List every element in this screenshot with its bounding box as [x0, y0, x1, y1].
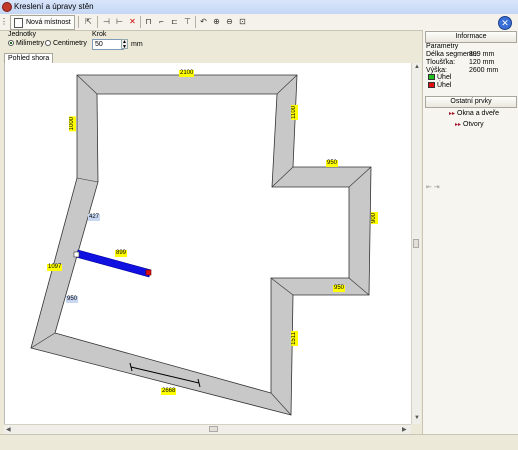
dim-step-bottom: 950	[333, 285, 346, 292]
pager-icons[interactable]: ⇤ ⇥	[426, 183, 440, 191]
walls	[30, 74, 372, 416]
dim-marker-a: 427	[88, 214, 101, 221]
step-label: Krok	[92, 31, 107, 38]
floor-plan	[30, 74, 372, 416]
openings-label: Otvory	[463, 121, 484, 128]
undo-icon[interactable]: ↶	[197, 15, 210, 28]
windows-doors-label: Okna a dveře	[457, 110, 500, 117]
info-header: Informace	[425, 31, 517, 43]
dim-right-lower: 1511	[291, 331, 298, 346]
new-room-icon	[14, 17, 23, 28]
toolbar-grip-icon: ⋮	[0, 17, 8, 26]
unit-mm-radio-indicator	[8, 40, 14, 47]
height-label: Výška:	[426, 67, 448, 74]
toolbar-separator	[97, 16, 98, 28]
angle2-row: Úhel	[428, 82, 451, 89]
thickness-label: Tloušťka:	[426, 59, 456, 66]
scroll-down-icon[interactable]: ▼	[414, 415, 420, 421]
height-value: 2600 mm	[469, 67, 499, 74]
split-wall-icon[interactable]: ⊢	[113, 15, 126, 28]
params-label: Parametry	[426, 43, 459, 50]
dim-left-upper: 1000	[69, 116, 76, 132]
unit-mm-radio[interactable]: Milimetry	[8, 40, 44, 47]
right-panel: Informace Parametry Délka segmentu: 899 …	[422, 30, 518, 434]
zoom-out-icon[interactable]: ⊖	[223, 15, 236, 28]
zoom-fit-icon[interactable]: ⊡	[236, 15, 249, 28]
step-input[interactable]: 50	[92, 39, 124, 50]
new-room-label: Nová místnost	[26, 19, 71, 26]
select-cursor-icon[interactable]: ⇱	[82, 15, 95, 28]
dim-right-outer: 900	[371, 212, 378, 225]
delete-wall-icon[interactable]: ✕	[126, 15, 139, 28]
scroll-right-icon[interactable]: ▶	[402, 426, 407, 433]
zoom-in-icon[interactable]: ⊕	[210, 15, 223, 28]
unit-cm-label: Centimetry	[53, 40, 87, 47]
step-spinner[interactable]: ▲ ▼	[121, 39, 128, 50]
scroll-left-icon[interactable]: ◀	[6, 426, 11, 433]
toolbar-separator	[140, 16, 141, 28]
dim-right-upper: 1100	[291, 105, 298, 120]
unit-cm-radio-indicator	[45, 40, 51, 47]
unit-mm-label: Milimetry	[16, 40, 44, 47]
toolbar: ⋮ Nová místnost ⇱ ⊣ ⊢ ✕ ⊓ ⌐ ⊏ ⊤ ↶ ⊕ ⊖ ⊡	[0, 14, 518, 31]
dim-marker-b: 950	[66, 296, 79, 303]
window-title: Kreslení a úpravy stěn	[14, 2, 94, 11]
dim-top: 2100	[179, 70, 195, 77]
angle1-label: Úhel	[437, 74, 452, 81]
openings-button[interactable]: ▸▸ Otvory	[455, 121, 484, 128]
wall-tool-3-icon[interactable]: ⊏	[168, 15, 181, 28]
angle1-swatch	[428, 74, 435, 81]
wall-tool-4-icon[interactable]: ⊤	[181, 15, 194, 28]
vertical-scroll-thumb[interactable]	[413, 239, 419, 248]
windows-doors-button[interactable]: ▸▸ Okna a dveře	[449, 110, 499, 117]
dim-bottom: 2668	[161, 388, 177, 395]
toolbar-separator	[78, 16, 79, 28]
new-room-button[interactable]: Nová místnost	[10, 15, 75, 30]
wall-tool-1-icon[interactable]: ⊓	[142, 15, 155, 28]
add-wall-icon[interactable]: ⊣	[100, 15, 113, 28]
dim-step-top: 950	[326, 160, 339, 167]
angle2-label: Úhel	[437, 82, 452, 89]
angle2-swatch	[428, 82, 435, 89]
drawing-canvas[interactable]: 2100 1000 1100 950 900 950 1511 2668 109…	[4, 63, 412, 424]
openings-arrow-icon: ▸▸	[455, 122, 462, 128]
toolbar-separator	[195, 16, 196, 28]
app-icon	[2, 2, 12, 12]
windows-doors-arrow-icon: ▸▸	[449, 111, 456, 117]
segment-length-value: 899 mm	[469, 51, 495, 58]
unit-cm-radio[interactable]: Centimetry	[45, 40, 87, 47]
step-unit: mm	[131, 41, 143, 48]
other-header: Ostatní prvky	[425, 96, 517, 108]
horizontal-scrollbar[interactable]: ◀ ▶	[4, 424, 411, 434]
vertical-scrollbar[interactable]: ▲ ▼	[411, 63, 421, 424]
wall-tool-2-icon[interactable]: ⌐	[155, 15, 168, 28]
segment-start-handle	[73, 251, 80, 258]
segment-end-handle	[145, 269, 152, 276]
dim-left-lower: 1097	[47, 264, 63, 271]
title-bar: Kreslení a úpravy stěn	[0, 0, 518, 15]
scroll-up-icon[interactable]: ▲	[414, 64, 420, 70]
units-label: Jednotky	[8, 31, 37, 38]
angle1-row: Úhel	[428, 74, 451, 81]
thickness-value: 120 mm	[469, 59, 495, 66]
horizontal-scroll-thumb[interactable]	[209, 426, 218, 432]
status-bar	[0, 434, 518, 450]
selected-wall-segment	[75, 249, 152, 278]
dim-selected-length: 899	[115, 250, 128, 257]
close-icon[interactable]: ✕	[498, 16, 512, 30]
